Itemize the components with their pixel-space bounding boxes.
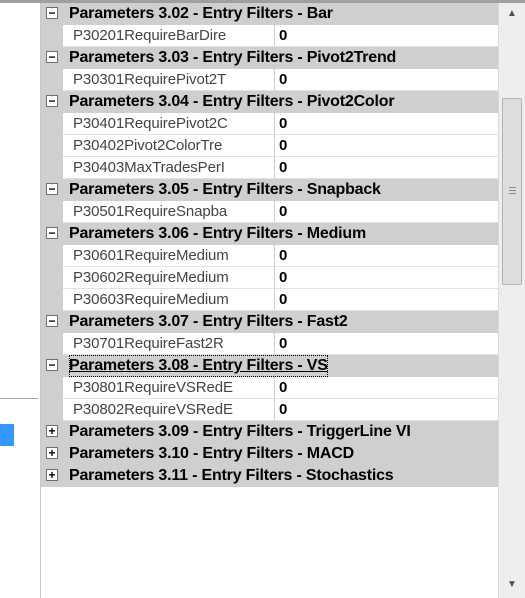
property-name[interactable]: P30401RequirePivot2C [73, 113, 275, 134]
property-grid[interactable]: − Parameters 3.02 - Entry Filters - Bar P3… [40, 3, 499, 598]
category-title: Parameters 3.05 - Entry Filters - Snapba… [69, 181, 381, 198]
category-title: Parameters 3.08 - Entry Filters - VS [69, 355, 328, 377]
property-row[interactable]: P30802RequireVSRedE 0 [41, 399, 499, 421]
property-value[interactable]: 0 [279, 135, 287, 157]
property-row[interactable]: P30201RequireBarDire 0 [41, 25, 499, 47]
category-title: Parameters 3.10 - Entry Filters - MACD [69, 445, 354, 462]
property-value[interactable]: 0 [279, 201, 287, 223]
collapse-icon[interactable]: − [46, 51, 58, 63]
property-row[interactable]: P30402Pivot2ColorTre 0 [41, 135, 499, 157]
property-row[interactable]: P30301RequirePivot2T 0 [41, 69, 499, 91]
category-title: Parameters 3.04 - Entry Filters - Pivot2… [69, 93, 395, 110]
category-row[interactable]: − Parameters 3.03 - Entry Filters - Pivot… [41, 47, 499, 69]
category-title: Parameters 3.03 - Entry Filters - Pivot2… [69, 49, 397, 66]
left-panel-divider [0, 398, 38, 399]
row-gutter [41, 399, 63, 421]
category-row[interactable]: − Parameters 3.02 - Entry Filters - Bar [41, 3, 499, 25]
thumb-grip-icon [509, 190, 516, 191]
property-name[interactable]: P30402Pivot2ColorTre [73, 135, 275, 156]
property-row[interactable]: P30403MaxTradesPerI 0 [41, 157, 499, 179]
property-value[interactable]: 0 [279, 333, 287, 355]
left-panel [0, 3, 38, 398]
row-gutter [41, 377, 63, 399]
property-row[interactable]: P30801RequireVSRedE 0 [41, 377, 499, 399]
expand-icon[interactable]: + [46, 469, 58, 481]
collapse-icon[interactable]: − [46, 227, 58, 239]
row-gutter [41, 289, 63, 311]
property-row[interactable]: P30501RequireSnapba 0 [41, 201, 499, 223]
collapse-icon[interactable]: − [46, 359, 58, 371]
scroll-thumb[interactable] [502, 98, 522, 285]
row-gutter [41, 267, 63, 289]
property-name[interactable]: P30701RequireFast2R [73, 333, 275, 354]
thumb-grip-icon [509, 187, 516, 188]
property-value[interactable]: 0 [279, 399, 287, 421]
property-name[interactable]: P30201RequireBarDire [73, 25, 275, 46]
row-gutter [41, 333, 63, 355]
category-row[interactable]: + Parameters 3.11 - Entry Filters - Stoch… [41, 465, 499, 487]
row-gutter [41, 201, 63, 223]
category-row[interactable]: − Parameters 3.06 - Entry Filters - Mediu… [41, 223, 499, 245]
row-gutter [41, 69, 63, 91]
property-value[interactable]: 0 [279, 113, 287, 135]
property-name[interactable]: P30301RequirePivot2T [73, 69, 275, 90]
category-row[interactable]: − Parameters 3.05 - Entry Filters - Snapb… [41, 179, 499, 201]
property-name[interactable]: P30603RequireMedium [73, 289, 275, 310]
property-name[interactable]: P30802RequireVSRedE [73, 399, 275, 420]
property-row[interactable]: P30701RequireFast2R 0 [41, 333, 499, 355]
category-row[interactable]: + Parameters 3.09 - Entry Filters - Trigg… [41, 421, 499, 443]
property-value[interactable]: 0 [279, 25, 287, 47]
property-name[interactable]: P30602RequireMedium [73, 267, 275, 288]
property-row[interactable]: P30601RequireMedium 0 [41, 245, 499, 267]
row-gutter [41, 245, 63, 267]
scroll-up-icon[interactable]: ▲ [499, 3, 525, 25]
property-value[interactable]: 0 [279, 69, 287, 91]
category-row[interactable]: − Parameters 3.04 - Entry Filters - Pivot… [41, 91, 499, 113]
property-value[interactable]: 0 [279, 377, 287, 399]
category-row[interactable]: − Parameters 3.08 - Entry Filters - VS [41, 355, 499, 377]
property-value[interactable]: 0 [279, 289, 287, 311]
property-value[interactable]: 0 [279, 245, 287, 267]
property-name[interactable]: P30601RequireMedium [73, 245, 275, 266]
scroll-down-icon[interactable]: ▼ [499, 574, 525, 596]
property-value[interactable]: 0 [279, 157, 287, 179]
property-row[interactable]: P30603RequireMedium 0 [41, 289, 499, 311]
property-row[interactable]: P30602RequireMedium 0 [41, 267, 499, 289]
category-row[interactable]: + Parameters 3.10 - Entry Filters - MACD [41, 443, 499, 465]
category-title: Parameters 3.06 - Entry Filters - Medium [69, 225, 367, 242]
row-gutter [41, 113, 63, 135]
property-value[interactable]: 0 [279, 267, 287, 289]
row-gutter [41, 135, 63, 157]
expand-icon[interactable]: + [46, 447, 58, 459]
collapse-icon[interactable]: − [46, 7, 58, 19]
category-row[interactable]: − Parameters 3.07 - Entry Filters - Fast2 [41, 311, 499, 333]
expand-icon[interactable]: + [46, 425, 58, 437]
collapse-icon[interactable]: − [46, 95, 58, 107]
property-name[interactable]: P30501RequireSnapba [73, 201, 275, 222]
row-gutter [41, 157, 63, 179]
property-name[interactable]: P30403MaxTradesPerI [73, 157, 275, 178]
row-gutter [41, 25, 63, 47]
collapse-icon[interactable]: − [46, 183, 58, 195]
property-row[interactable]: P30401RequirePivot2C 0 [41, 113, 499, 135]
vertical-scrollbar[interactable]: ▲ ▼ [498, 3, 525, 598]
category-title: Parameters 3.11 - Entry Filters - Stocha… [69, 467, 394, 484]
category-title: Parameters 3.09 - Entry Filters - Trigge… [69, 423, 411, 440]
thumb-grip-icon [509, 193, 516, 194]
property-name[interactable]: P30801RequireVSRedE [73, 377, 275, 398]
category-title: Parameters 3.07 - Entry Filters - Fast2 [69, 313, 348, 330]
collapse-icon[interactable]: − [46, 315, 58, 327]
left-list-selected-item[interactable] [0, 424, 14, 446]
category-title: Parameters 3.02 - Entry Filters - Bar [69, 5, 333, 22]
